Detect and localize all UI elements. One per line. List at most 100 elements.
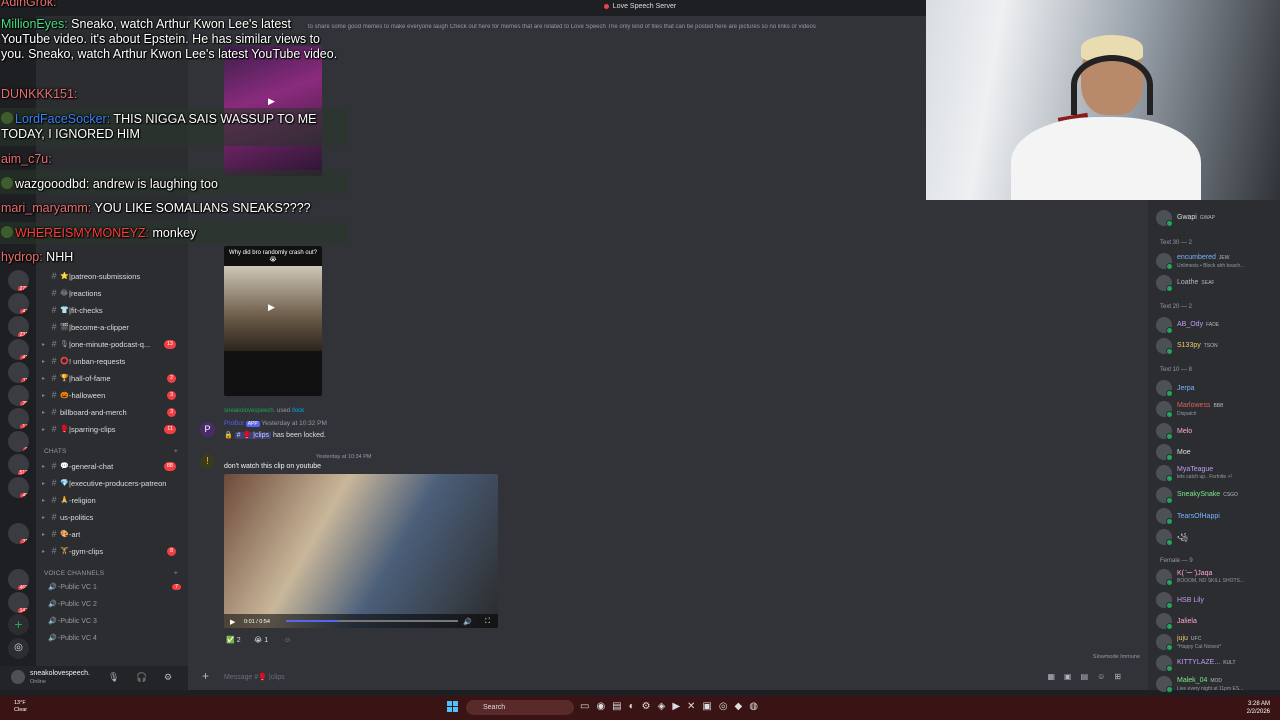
avatar	[1156, 508, 1173, 525]
hash-icon: #	[51, 356, 57, 366]
channel-item[interactable]: ▸ # 🥊 |sparring-clips 11	[42, 421, 182, 437]
discover-icon[interactable]: ◎	[8, 638, 29, 659]
composer-tools[interactable]: ▦▣▤☺⊞	[1047, 672, 1130, 681]
user-avatar[interactable]: !	[200, 454, 215, 469]
member-item[interactable]: Marlowess BBB Dispatch	[1156, 400, 1278, 418]
add-reaction-icon[interactable]: ☺	[284, 634, 291, 646]
server-icon[interactable]: 28	[8, 385, 29, 406]
video-player[interactable]: ▶ 0:01 / 0:54 🔊 ⛶	[224, 474, 498, 628]
channel-item[interactable]: ▸ # 💎 |executive-producers-patreon	[42, 475, 182, 491]
taskbar-apps[interactable]: ▭◉▤◐⚙◈▶✕▣◎◆◍	[580, 701, 765, 712]
server-icon[interactable]: 9	[8, 431, 29, 452]
channel-mention[interactable]: # 🥊 |clips	[234, 432, 271, 439]
channel-item[interactable]: ▸ # billboard-and-merch 3	[42, 404, 182, 420]
microphone-icon[interactable]: 🎙	[108, 672, 119, 683]
windows-start-icon[interactable]	[447, 701, 459, 713]
taskbar-search[interactable]: Search	[466, 700, 574, 715]
channel-item[interactable]: # 😂 |reactions	[42, 285, 182, 301]
server-icon[interactable]: 231	[8, 316, 29, 337]
voice-channel-item[interactable]: 🔊 -Public VC 4	[48, 634, 97, 643]
channel-item[interactable]: ▸ # 🎃 -halloween 3	[42, 387, 182, 403]
channel-item[interactable]: # ⭐ |patreon-submissions	[42, 268, 182, 284]
server-icon[interactable]: 14	[8, 408, 29, 429]
voice-channel-item[interactable]: 🔊 -Public VC 3	[48, 617, 97, 626]
member-item[interactable]: Jerpa	[1156, 379, 1278, 397]
video-progress[interactable]	[286, 620, 458, 622]
server-icon[interactable]: 11	[8, 362, 29, 383]
play-icon[interactable]: ▶	[268, 302, 275, 313]
channel-item[interactable]: ▸ # ⭕! unban-requests	[42, 353, 182, 369]
reaction[interactable]: ✅ 2	[226, 634, 241, 646]
hash-icon: #	[51, 512, 57, 522]
member-item[interactable]: S133py TSON	[1156, 337, 1278, 355]
server-icon[interactable]: 31	[8, 523, 29, 544]
channel-item[interactable]: ▸ # us-politics	[42, 509, 182, 525]
channel-item[interactable]: ▸ # 🙏 -religion	[42, 492, 182, 508]
voice-channel-item[interactable]: 🔊 -Public VC 2	[48, 600, 97, 609]
taskbar: 13°F Clear Search ▭◉▤◐⚙◈▶✕▣◎◆◍ 3:28 AM 2/2…	[0, 696, 1280, 720]
play-icon[interactable]: ▶	[230, 618, 235, 626]
clock[interactable]: 3:28 AM 2/2/2026	[1247, 700, 1270, 716]
chat-line: aim_c7u:	[1, 152, 52, 166]
member-item[interactable]: MyaTeague lets catch up.. Fortnite +!	[1156, 464, 1278, 482]
timestamp: Yesterday at 10:34 PM	[316, 454, 372, 460]
server-icon[interactable]: 41	[8, 339, 29, 360]
channel-item[interactable]: # 👕 |fit-checks	[42, 302, 182, 318]
avatar[interactable]	[11, 670, 25, 684]
member-item[interactable]: Gwapi GWAP	[1156, 209, 1278, 227]
plus-icon[interactable]: +	[174, 570, 178, 577]
attach-plus-icon[interactable]: +	[202, 669, 209, 683]
channel-item[interactable]: ▸ # 🏋 -gym-clips 8	[42, 543, 182, 559]
member-group-header: Text 30 — 2	[1160, 240, 1193, 246]
member-item[interactable]: Jaliela	[1156, 612, 1278, 630]
headphones-icon[interactable]: 🎧	[136, 672, 147, 683]
member-item[interactable]: KITTYLAZE... KULT	[1156, 654, 1278, 672]
category-voice[interactable]: VOICE CHANNELS +	[44, 570, 178, 577]
slowmode-indicator: Slowmode Immune	[1092, 654, 1140, 660]
member-item[interactable]: encumbered JEW Unlimesis • Block ahh beach…	[1156, 252, 1278, 270]
app-badge: APP	[245, 421, 260, 427]
member-item[interactable]: AB_Ody FADE	[1156, 316, 1278, 334]
plus-icon[interactable]: +	[174, 448, 178, 455]
member-item[interactable]: SneakySnake CSGO	[1156, 486, 1278, 504]
gear-icon[interactable]: ⚙	[164, 672, 172, 683]
server-icon[interactable]: 469	[8, 569, 29, 590]
fullscreen-icon[interactable]: ⛶	[485, 618, 490, 626]
category-chats[interactable]: CHATS +	[44, 448, 178, 455]
avatar	[1156, 655, 1173, 672]
avatar	[1156, 210, 1173, 227]
member-item[interactable]: juju UFC *Happy Cat Noises*	[1156, 633, 1278, 651]
server-icon[interactable]: 512	[8, 454, 29, 475]
member-item[interactable]: Malek_04 MOD Live every night at 11pm ES..…	[1156, 675, 1278, 693]
badge-icon	[1, 177, 13, 189]
member-item[interactable]: Moe	[1156, 443, 1278, 461]
channel-item[interactable]: ▸ # 🎨 -art	[42, 526, 182, 542]
member-item[interactable]: Melo	[1156, 422, 1278, 440]
channel-item[interactable]: ▸ # 🏆 |hall-of-fame 2	[42, 370, 182, 386]
server-icon[interactable]: 147	[8, 592, 29, 613]
member-item[interactable]: ꧁	[1156, 528, 1278, 546]
channel-item[interactable]: ▸ # 💬 -general-chat 88	[42, 458, 182, 474]
add-server-button[interactable]: +	[8, 614, 29, 635]
bot-avatar[interactable]: P	[200, 422, 215, 437]
avatar	[1156, 529, 1173, 546]
server-icon[interactable]: 49	[8, 477, 29, 498]
channel-item[interactable]: ▸ # 🎙 |one-minute-podcast-q... 13	[42, 336, 182, 352]
message-input[interactable]: Message #🥊 |clips	[224, 673, 285, 681]
member-item[interactable]: Loathe SEAF	[1156, 274, 1278, 292]
bot-name[interactable]: ProBot	[224, 420, 244, 427]
weather-widget[interactable]: 13°F Clear	[14, 700, 27, 714]
member-item[interactable]: K( ̄ー ̄)Jaqa BOOOM, NO SKILL SHOTS...	[1156, 568, 1278, 586]
reaction[interactable]: 😭 1	[254, 634, 268, 646]
voice-channel-item[interactable]: 🔊 -Public VC 17	[48, 583, 182, 591]
member-item[interactable]: HSB Lily	[1156, 591, 1278, 609]
avatar	[1156, 423, 1173, 440]
volume-icon[interactable]: 🔊	[463, 618, 472, 626]
member-item[interactable]: TearsOfHappi	[1156, 507, 1278, 525]
hash-icon: #	[51, 407, 57, 417]
message-content: don't watch this clip on youtube	[224, 463, 322, 470]
message-composer[interactable]: + Message #🥊 |clips ▦▣▤☺⊞	[196, 666, 1140, 688]
channel-item[interactable]: # 🎬 |become-a-clipper	[42, 319, 182, 335]
server-icon[interactable]: 47	[8, 293, 29, 314]
server-icon[interactable]: 276	[8, 270, 29, 291]
